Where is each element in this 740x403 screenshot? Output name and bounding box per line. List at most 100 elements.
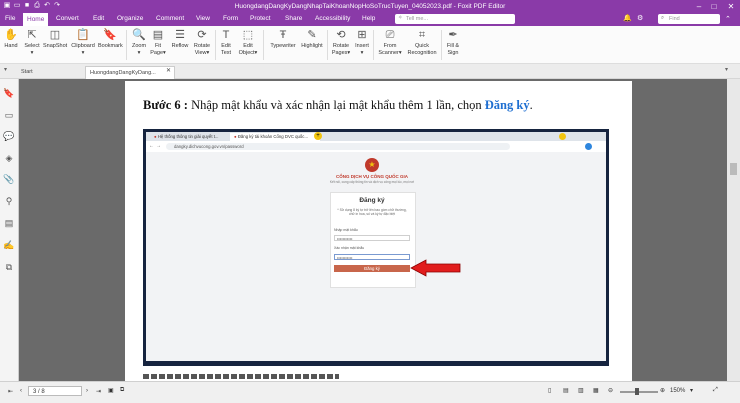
last-page-icon[interactable]: ⇥ (96, 388, 101, 395)
continuous-view-icon[interactable]: ▤ (563, 387, 569, 394)
menu-help[interactable]: Help (362, 15, 375, 22)
rotate-pages-button[interactable]: ⟲ Rotate Pages▾ (331, 28, 351, 56)
close-icon[interactable]: ✕ (724, 1, 738, 12)
attachments-panel-icon[interactable]: 📎 (3, 173, 15, 185)
next-page-icon[interactable]: › (86, 388, 88, 394)
password-label: Nhập mật khẩu (334, 228, 358, 232)
layers-panel-icon[interactable]: ◈ (3, 152, 15, 164)
browser-tab-strip: ● Hệ thống thông tin giải quyết t... ● Đ… (146, 132, 606, 141)
zoom-out-icon[interactable]: ⊖ (608, 387, 613, 394)
comments-panel-icon[interactable]: 💬 (3, 130, 15, 142)
insert-button[interactable]: ⊞ Insert ▾ (354, 28, 370, 56)
find-box[interactable]: ⌕ Find (658, 14, 720, 24)
zoom-level[interactable]: 150% (670, 388, 685, 394)
step-text: Nhập mật khẩu và xác nhận lại mật khẩu t… (187, 98, 485, 112)
navigation-panel: 🔖 ▭ 💬 ◈ 📎 ⚲ ▤ ✍ ⧉ (0, 79, 19, 381)
camera-icon: ◫ (49, 29, 61, 41)
zoom-slider[interactable] (620, 391, 658, 393)
pages-panel-icon[interactable]: ▭ (3, 109, 15, 121)
tab-document[interactable]: HuongdangDangKyDang... (85, 66, 175, 79)
menu-organize[interactable]: Organize (117, 15, 143, 22)
fit-page-icon: ▤ (152, 29, 164, 41)
tell-me-box[interactable]: ✧ Tell me... (395, 14, 515, 24)
tab-start[interactable]: Start (17, 66, 37, 78)
first-page-icon[interactable]: ⇤ (8, 388, 13, 395)
fit-page-button[interactable]: ▤ Fit Page▾ (150, 28, 166, 56)
typewriter-button[interactable]: Ŧ Typewriter (268, 28, 298, 50)
browser-url-field: dangky.dichvucong.gov.vn/password (166, 143, 510, 150)
prev-page-icon[interactable]: ‹ (20, 388, 22, 394)
continuous-facing-icon[interactable]: ▦ (593, 387, 599, 394)
rotate-view-button[interactable]: ⟳ Rotate View▾ (192, 28, 212, 56)
profile-badge-icon (559, 133, 566, 140)
browser-tab-1: ● Hệ thống thông tin giải quyết t... (154, 134, 219, 139)
reflow-button[interactable]: ☰ Reflow (171, 28, 189, 50)
tab-list-icon[interactable]: ▾ (4, 66, 7, 73)
page-number-field[interactable]: 3 / 8 (28, 386, 82, 396)
fullscreen-icon[interactable]: ⤢ (713, 387, 718, 394)
menu-comment[interactable]: Comment (156, 15, 184, 22)
menu-convert[interactable]: Convert (56, 15, 79, 22)
facing-view-icon[interactable]: ▥ (578, 387, 584, 394)
settings-icon[interactable]: ⚙ (637, 14, 643, 22)
edit-text-button[interactable]: T Edit Text (219, 28, 233, 56)
next-paragraph-edge (143, 374, 343, 379)
ribbon-collapse-icon[interactable]: ⌃ (725, 15, 731, 23)
snapshot-button[interactable]: ◫ SnapShot (43, 28, 67, 50)
close-tab-icon[interactable]: ✕ (166, 67, 171, 74)
tab-document-label: HuongdangDangKyDang... (90, 70, 156, 76)
ribbon-divider (327, 30, 328, 60)
zoom-button[interactable]: 🔍 Zoom ▾ (131, 28, 147, 56)
page-thumbnail-icon[interactable]: ▣ (108, 387, 114, 394)
bell-icon[interactable]: 🔔 (623, 14, 632, 22)
zoom-in-icon[interactable]: ⊕ (660, 387, 665, 394)
menu-file[interactable]: File (5, 15, 15, 22)
fill-sign-button[interactable]: ✒ Fill & Sign (445, 28, 461, 56)
single-page-view-icon[interactable]: ▯ (548, 387, 551, 394)
content-panel-icon[interactable]: ▤ (3, 217, 15, 229)
menu-accessibility[interactable]: Accessibility (315, 15, 350, 22)
forward-icon: → (156, 143, 161, 149)
menu-edit[interactable]: Edit (93, 15, 104, 22)
maximize-icon[interactable]: □ (707, 1, 721, 12)
confirm-password-label: Xác nhận mật khẩu (334, 246, 365, 250)
highlight-button[interactable]: ✎ Highlight (300, 28, 324, 50)
zoom-dropdown-icon[interactable]: ▾ (690, 387, 693, 394)
menu-protect[interactable]: Protect (250, 15, 271, 22)
step-instruction: Bước 6 : Nhập mật khẩu và xác nhận lại m… (143, 98, 533, 112)
tab-menu-icon[interactable]: ▾ (725, 66, 728, 73)
bookmark-button[interactable]: 🔖 Bookmark (98, 28, 123, 50)
search-icon: ⌕ (661, 15, 665, 21)
menu-bar: File Home Convert Edit Organize Comment … (0, 13, 740, 27)
password-field: ••••••••••• (334, 235, 410, 241)
minimize-icon[interactable]: – (692, 1, 706, 12)
portal-subtitle: Kết nối, cung cấp thông tin và dịch vụ c… (329, 180, 415, 184)
zoom-slider-handle[interactable] (635, 388, 639, 395)
menu-share[interactable]: Share (285, 15, 302, 22)
menu-form[interactable]: Form (223, 15, 238, 22)
hand-tool-button[interactable]: ✋ Hand (3, 28, 19, 50)
copy-page-icon[interactable]: ⧉ (120, 387, 124, 394)
status-bar: ⇤ ‹ 3 / 8 › ⇥ ▣ ⧉ ▯ ▤ ▥ ▦ ⊖ ⊕ 150% ▾ ⤢ (0, 381, 740, 403)
clipboard-button[interactable]: 📋 Clipboard ▾ (71, 28, 95, 56)
select-tool-button[interactable]: ⇱ Select ▾ (22, 28, 42, 56)
quick-recognition-button[interactable]: ⌗ Quick Recognition (406, 28, 438, 56)
form-hint: * Sử dụng 8 ký tự trở lên bao gồm chữ th… (337, 208, 407, 217)
reflow-icon: ☰ (175, 29, 185, 41)
signature-panel-icon[interactable]: ✍ (3, 239, 15, 251)
edit-object-button[interactable]: ⬚ Edit Object▾ (238, 28, 258, 56)
step-link[interactable]: Đăng ký (485, 98, 530, 112)
window-title: HuongdangDangKyDangNhapTaiKhoanNopHoSoTr… (234, 3, 506, 10)
scrollbar-thumb[interactable] (730, 163, 737, 175)
tags-panel-icon[interactable]: ⧉ (3, 261, 15, 273)
ribbon-divider (215, 30, 216, 60)
vertical-scrollbar[interactable] (727, 79, 740, 381)
from-scanner-button[interactable]: ⎚ From Scanner▾ (377, 28, 403, 56)
menu-view[interactable]: View (196, 15, 210, 22)
lightbulb-icon: ✧ (398, 15, 403, 21)
bookmark-panel-icon[interactable]: 🔖 (3, 87, 15, 99)
national-emblem-icon: ★ (365, 158, 379, 172)
insert-page-icon: ⊞ (357, 29, 367, 41)
menu-home[interactable]: Home (23, 13, 49, 27)
security-panel-icon[interactable]: ⚲ (3, 195, 15, 207)
